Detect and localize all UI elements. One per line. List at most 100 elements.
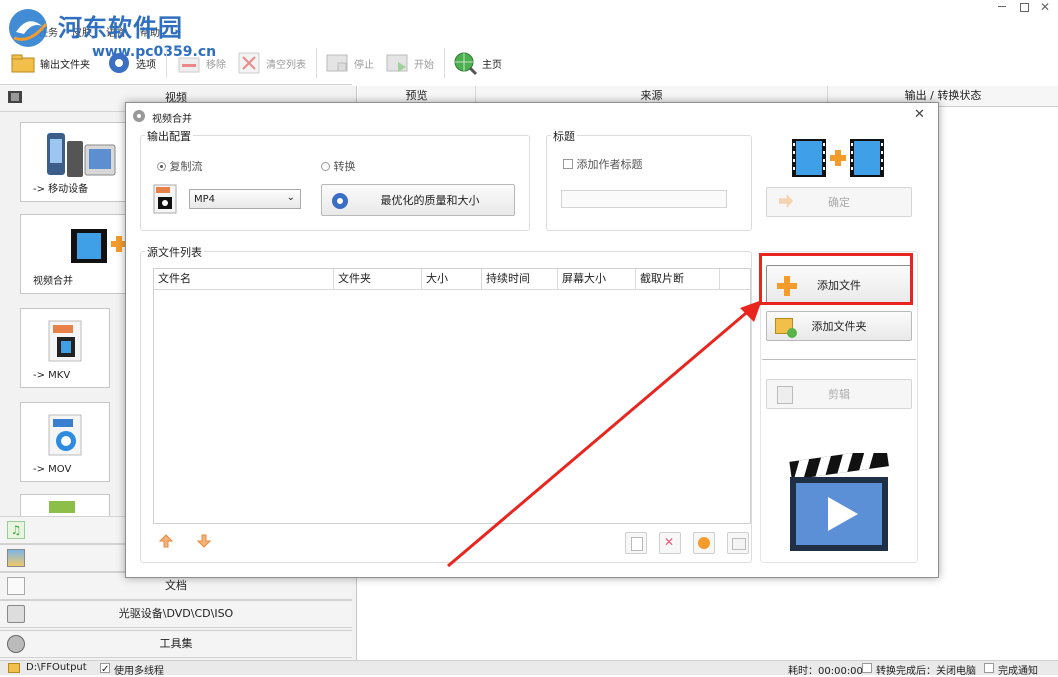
elapsed-time: 耗时：00:00:00 (788, 666, 863, 677)
folder-icon (11, 54, 35, 73)
options-gear-icon (109, 53, 129, 73)
dialog-title: 视频合并 (152, 114, 192, 125)
add-folder-button[interactable]: 添加文件夹 (766, 311, 912, 341)
output-config-title: 输出配置 (145, 128, 193, 144)
clear-list-icon (238, 52, 260, 74)
mobile-devices-icon (47, 133, 116, 177)
caption-title: 标题 (551, 128, 577, 144)
options-button[interactable]: 选项 (106, 48, 156, 78)
clip-button-label: 剪辑 (828, 388, 850, 401)
add-author-title-checkbox[interactable]: 添加作者标题 (563, 156, 643, 172)
convert-label: 转换 (333, 160, 356, 173)
tile-mobile-device[interactable]: -> 移动设备 (20, 122, 126, 202)
remove-label: 移除 (206, 59, 226, 71)
arrow-right-icon (779, 194, 793, 208)
close-icon[interactable]: ✕ (1040, 0, 1050, 14)
after-convert-label: 转换完成后：关闭电脑 (876, 666, 976, 677)
video-join-icon (71, 229, 127, 263)
home-label: 主页 (482, 59, 502, 71)
multithread-label: 使用多线程 (114, 666, 164, 677)
col-size[interactable]: 大小 (422, 269, 482, 289)
col-clip[interactable]: 截取片断 (636, 269, 720, 289)
home-globe-icon (454, 52, 478, 76)
output-folder-button[interactable]: 输出文件夹 (10, 48, 90, 78)
mov-file-icon (48, 414, 82, 456)
watermark-name: 河东软件园 (58, 13, 183, 42)
source-list-title: 源文件列表 (145, 244, 204, 260)
caption-group: 标题 添加作者标题 (546, 128, 752, 231)
minimize-icon[interactable] (998, 6, 1006, 7)
move-down-icon[interactable] (196, 534, 212, 548)
home-button[interactable]: 主页 (452, 48, 502, 78)
dialog-app-icon (133, 110, 145, 122)
tile-mkv-label: -> MKV (33, 370, 71, 381)
stop-button[interactable]: 停止 (324, 48, 374, 78)
ok-button-label: 确定 (828, 196, 850, 209)
quality-gear-icon (332, 193, 348, 209)
start-button[interactable]: 开始 (384, 48, 434, 78)
options-label: 选项 (136, 59, 156, 71)
dialog-close-icon[interactable]: ✕ (914, 107, 925, 122)
tile-video-join[interactable]: 视频合并 (20, 214, 127, 294)
annotation-arrow (447, 300, 762, 568)
ok-button[interactable]: 确定 (766, 187, 912, 217)
caption-input[interactable] (561, 190, 727, 208)
stop-icon (326, 54, 348, 72)
category-disc-label: 光驱设备\DVD\CD\ISO (118, 607, 234, 620)
add-badge-icon (787, 328, 797, 338)
notify-checkbox[interactable] (984, 663, 994, 673)
tile-mov[interactable]: -> MOV (20, 402, 110, 482)
category-disc[interactable]: 光驱设备\DVD\CD\ISO (0, 600, 352, 628)
output-config-group: 输出配置 复制流 转换 MP4 ⌄ 最优化的质量和大小 (140, 128, 530, 231)
copy-stream-label: 复制流 (169, 160, 203, 173)
folder-icon (8, 663, 20, 673)
highlight-box (759, 253, 913, 305)
quality-button-label: 最优化的质量和大小 (380, 194, 480, 207)
stop-label: 停止 (354, 59, 374, 71)
add-author-title-label: 添加作者标题 (576, 158, 643, 171)
video-join-icon (792, 139, 884, 177)
clear-list-button[interactable]: 清空列表 (236, 48, 306, 78)
convert-radio[interactable]: 转换 (321, 158, 356, 174)
copy-stream-radio[interactable]: 复制流 (157, 158, 203, 174)
col-duration[interactable]: 持续时间 (482, 269, 558, 289)
status-bar: D:\FFOutput ✓ 使用多线程 耗时：00:00:00 转换完成后：关闭… (0, 660, 1058, 677)
remove-button[interactable]: 移除 (176, 48, 226, 78)
maximize-icon[interactable] (1020, 3, 1029, 12)
format-select[interactable]: MP4 ⌄ (189, 189, 301, 209)
category-tools-label: 工具集 (159, 637, 193, 650)
start-icon (386, 54, 408, 72)
convert-radio-dot (321, 162, 330, 171)
add-author-title-box (563, 159, 573, 169)
mp4-file-icon (153, 184, 177, 214)
clip-button[interactable]: 剪辑 (766, 379, 912, 409)
category-tools[interactable]: 工具集 (0, 630, 352, 658)
avi-file-icon (49, 501, 75, 513)
add-folder-label: 添加文件夹 (811, 320, 867, 333)
watermark-logo-icon (9, 9, 48, 47)
move-up-icon[interactable] (158, 534, 174, 548)
start-label: 开始 (414, 59, 434, 71)
tile-video-join-label: 视频合并 (33, 276, 73, 287)
chevron-down-icon: ⌄ (286, 192, 295, 203)
clear-list-label: 清空列表 (266, 59, 306, 71)
col-screen-size[interactable]: 屏幕大小 (558, 269, 636, 289)
divider (762, 359, 916, 360)
format-value: MP4 (194, 193, 216, 205)
tile-mobile-device-label: -> 移动设备 (33, 184, 89, 195)
remove-icon (178, 57, 200, 73)
tile-partial[interactable] (20, 494, 110, 516)
mkv-file-icon (48, 320, 82, 362)
scissors-icon (777, 386, 793, 404)
copy-stream-radio-dot (157, 162, 166, 171)
notify-label: 完成通知 (998, 666, 1038, 677)
multithread-checkbox[interactable]: ✓ (100, 663, 110, 675)
col-file-name[interactable]: 文件名 (154, 269, 334, 289)
quality-button[interactable]: 最优化的质量和大小 (321, 184, 515, 216)
tile-mkv[interactable]: -> MKV (20, 308, 110, 388)
output-folder-label: 输出文件夹 (40, 59, 90, 71)
output-path[interactable]: D:\FFOutput (26, 662, 87, 673)
clapperboard-icon (789, 453, 889, 551)
after-convert-checkbox[interactable] (862, 663, 872, 673)
col-folder[interactable]: 文件夹 (334, 269, 422, 289)
